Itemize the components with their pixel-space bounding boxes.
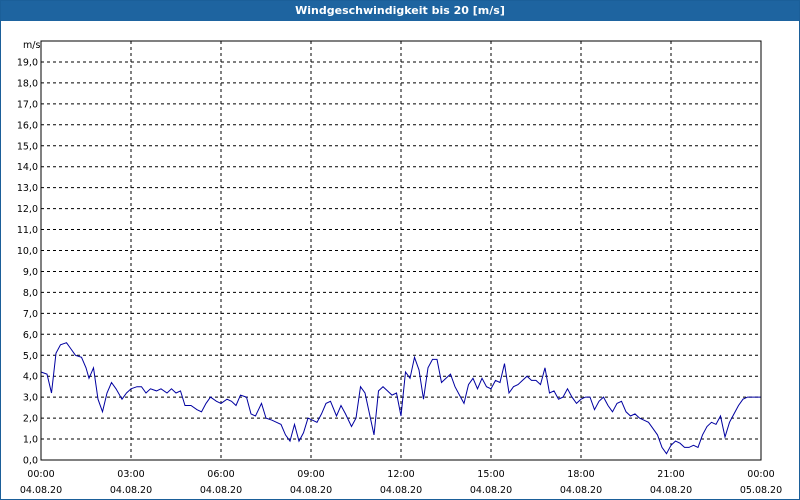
y-tick-label: 16,0 bbox=[17, 120, 38, 131]
y-tick-label: 2,0 bbox=[23, 414, 38, 425]
wind-speed-chart: 0,0 1,0 2,0 3,0 4,0 5,0 6,0 7,0 8,0 9,0 10,0 11,0 12… bbox=[17, 40, 782, 496]
x-tick-date: 04.08.20 bbox=[650, 485, 692, 496]
x-tick-time: 03:00 bbox=[117, 469, 144, 480]
y-tick-label: 7,0 bbox=[23, 309, 38, 320]
y-tick-label: 13,0 bbox=[17, 183, 38, 194]
x-tick-time: 12:00 bbox=[387, 469, 414, 480]
y-tick-label: 19,0 bbox=[17, 57, 38, 68]
x-tick-time: 06:00 bbox=[207, 469, 234, 480]
y-tick-label: 8,0 bbox=[23, 288, 38, 299]
y-tick-label: 18,0 bbox=[17, 78, 38, 89]
y-axis: 0,0 1,0 2,0 3,0 4,0 5,0 6,0 7,0 8,0 9,0 10,0 11,0 12… bbox=[17, 57, 38, 466]
y-tick-label: 9,0 bbox=[23, 267, 38, 278]
x-tick-date: 04.08.20 bbox=[560, 485, 602, 496]
x-tick-time: 00:00 bbox=[27, 469, 54, 480]
x-tick-time: 09:00 bbox=[297, 469, 324, 480]
x-tick-date: 05.08.20 bbox=[740, 485, 782, 496]
y-tick-label: 10,0 bbox=[17, 246, 38, 257]
y-tick-label: 12,0 bbox=[17, 204, 38, 215]
x-tick-time: 00:00 bbox=[747, 469, 774, 480]
x-tick-date: 04.08.20 bbox=[380, 485, 422, 496]
y-tick-label: 14,0 bbox=[17, 162, 38, 173]
y-tick-label: 15,0 bbox=[17, 141, 38, 152]
x-tick-date: 04.08.20 bbox=[110, 485, 152, 496]
x-axis: 00:00 04.08.20 03:00 04.08.20 06:00 04.08.20 0… bbox=[20, 469, 782, 496]
x-tick-time: 18:00 bbox=[567, 469, 594, 480]
y-tick-label: 11,0 bbox=[17, 225, 38, 236]
x-tick-date: 04.08.20 bbox=[470, 485, 512, 496]
x-tick-date: 04.08.20 bbox=[20, 485, 62, 496]
y-tick-label: 4,0 bbox=[23, 372, 38, 383]
y-tick-label: 5,0 bbox=[23, 351, 38, 362]
x-tick-date: 04.08.20 bbox=[200, 485, 242, 496]
y-axis-unit-label: m/s bbox=[23, 40, 40, 51]
y-tick-label: 17,0 bbox=[17, 99, 38, 110]
grid-layer bbox=[41, 41, 761, 460]
y-tick-label: 3,0 bbox=[23, 393, 38, 404]
window-title: Windgeschwindigkeit bis 20 [m/s] bbox=[1, 1, 799, 21]
y-tick-label: 1,0 bbox=[23, 435, 38, 446]
x-tick-time: 15:00 bbox=[477, 469, 504, 480]
x-tick-date: 04.08.20 bbox=[290, 485, 332, 496]
y-tick-label: 6,0 bbox=[23, 330, 38, 341]
x-tick-time: 21:00 bbox=[657, 469, 684, 480]
chart-window: Windgeschwindigkeit bis 20 [m/s] 0,0 1,0 2… bbox=[0, 0, 800, 500]
y-tick-label: 0,0 bbox=[23, 456, 38, 467]
